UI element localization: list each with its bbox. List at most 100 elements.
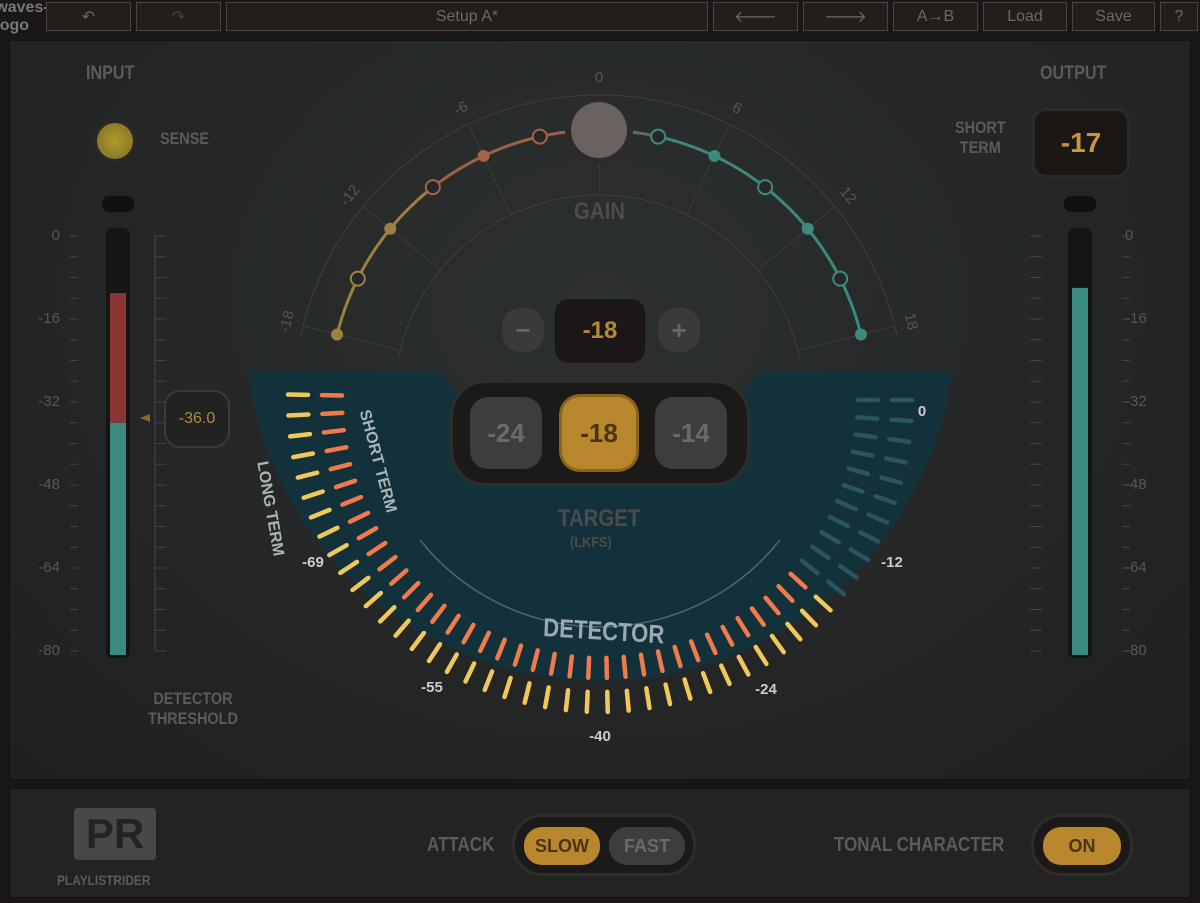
- gain-curve-segment: [501, 143, 512, 150]
- gain-label: GAIN: [574, 198, 625, 225]
- long-term-bar: [286, 412, 311, 418]
- long-term-bar: [409, 630, 427, 652]
- long-term-bar: [700, 670, 713, 695]
- gain-curve-node: [331, 328, 344, 341]
- detector-scale-label: -24: [755, 681, 777, 698]
- detector-scale-label: 0: [917, 403, 927, 420]
- product-name: PLAYLISTRIDER: [57, 872, 151, 888]
- gain-tick: [302, 325, 401, 351]
- gain-curve-segment: [812, 235, 822, 246]
- long-term-bar: [287, 431, 313, 439]
- long-term-bar: [463, 661, 477, 684]
- attack-slow-button[interactable]: SLOW: [524, 827, 600, 865]
- gain-curve-segment: [853, 314, 860, 326]
- gain-curve-segment: [348, 287, 355, 298]
- attack-fast-button[interactable]: FAST: [609, 827, 685, 865]
- target-label: TARGET: [558, 505, 641, 532]
- long-term-bar: [563, 687, 571, 713]
- gain-curve-node: [757, 179, 774, 196]
- gain-curve-segment: [793, 212, 803, 223]
- long-term-bar: [887, 436, 912, 445]
- gain-curve-segment: [549, 131, 560, 137]
- gain-curve-node: [650, 128, 667, 145]
- meter-scale-label: -64: [1125, 559, 1147, 576]
- gain-curve-node: [708, 149, 721, 162]
- target-option-18[interactable]: -18: [562, 397, 636, 469]
- target-unit: (LKFS): [570, 534, 612, 551]
- gain-plus-button[interactable]: +: [658, 308, 700, 352]
- target-option-24[interactable]: -24: [470, 397, 542, 469]
- long-term-bar: [584, 689, 590, 714]
- detector-scale-label: -55: [421, 679, 443, 696]
- short-term-bar: [853, 432, 878, 440]
- gain-curve-segment: [786, 205, 796, 215]
- gain-curve-segment: [722, 159, 733, 167]
- detector-scale-label: -40: [589, 728, 611, 745]
- meter-scale-label: -48: [1125, 476, 1147, 493]
- gain-curve-segment: [843, 287, 850, 298]
- gain-curve-node: [801, 222, 814, 235]
- gain-curve-node: [424, 179, 441, 196]
- tonal-character-toggle[interactable]: ON: [1043, 827, 1121, 865]
- target-gain-readout: -18: [555, 299, 645, 363]
- short-term-bar: [321, 427, 347, 435]
- gain-curve-segment: [439, 174, 450, 183]
- long-term-bar: [644, 686, 652, 711]
- gain-curve-segment: [771, 192, 782, 202]
- meter-scale-label: -32: [38, 393, 60, 410]
- gain-curve-segment: [409, 198, 419, 208]
- meter-level: [110, 422, 126, 655]
- meter-scale-label: 0: [1125, 227, 1134, 244]
- meter-scale-label: -48: [38, 476, 60, 493]
- gain-curve-segment: [395, 212, 405, 223]
- gain-curve-segment: [344, 296, 351, 307]
- meter-level: [1072, 287, 1088, 655]
- playlistrider-logo: PR: [74, 808, 156, 860]
- gain-curve-segment: [361, 260, 369, 271]
- gain-knob: [571, 102, 627, 158]
- threshold-handle[interactable]: -36.0: [164, 390, 230, 448]
- long-term-bar: [753, 644, 769, 667]
- long-term-bar: [799, 608, 819, 628]
- gain-curve-node: [384, 222, 397, 235]
- gain-curve-segment: [638, 131, 649, 137]
- meter-scale-label: -80: [38, 642, 60, 659]
- gain-tick: [686, 124, 730, 215]
- gain-curve-node: [832, 270, 849, 287]
- gain-curve-segment: [341, 305, 348, 316]
- meter-scale-label: -64: [38, 559, 60, 576]
- long-term-bar: [502, 675, 513, 700]
- sense-label: SENSE: [160, 129, 209, 148]
- gain-curve-segment: [850, 305, 857, 316]
- long-term-bar: [624, 688, 631, 713]
- short-term-bar: [621, 654, 628, 680]
- short-label: SHORT: [955, 118, 1006, 137]
- long-term-bar: [482, 669, 495, 693]
- attack-label: ATTACK: [427, 834, 495, 856]
- gain-curve-segment: [847, 296, 854, 307]
- gain-curve-segment: [456, 163, 467, 172]
- gain-curve-segment: [676, 140, 688, 147]
- gain-tick: [468, 124, 512, 215]
- gain-curve-segment: [686, 143, 697, 150]
- gain-minus-button[interactable]: −: [502, 308, 544, 352]
- gain-curve-segment: [824, 252, 832, 263]
- gain-curve-node: [854, 328, 867, 341]
- short-term-bar: [320, 410, 345, 417]
- detector-scale-label: -12: [881, 554, 903, 571]
- meter-clip-led: [102, 196, 134, 212]
- meter-scale-label: -16: [38, 310, 60, 327]
- gain-tick: [797, 325, 896, 351]
- short-term-bar: [855, 415, 880, 421]
- gain-curve-segment: [829, 260, 837, 271]
- sense-led[interactable]: [97, 123, 133, 159]
- gain-curve-segment: [739, 168, 750, 177]
- threshold-label-line1: DETECTOR: [153, 689, 233, 708]
- long-term-bar: [663, 682, 673, 707]
- meter-clip-led: [1064, 196, 1096, 212]
- target-option-14[interactable]: -14: [655, 397, 727, 469]
- long-term-bar: [718, 663, 732, 687]
- gain-curve-segment: [731, 163, 742, 172]
- meter-scale-label: -16: [1125, 310, 1147, 327]
- gain-curve-segment: [667, 137, 678, 144]
